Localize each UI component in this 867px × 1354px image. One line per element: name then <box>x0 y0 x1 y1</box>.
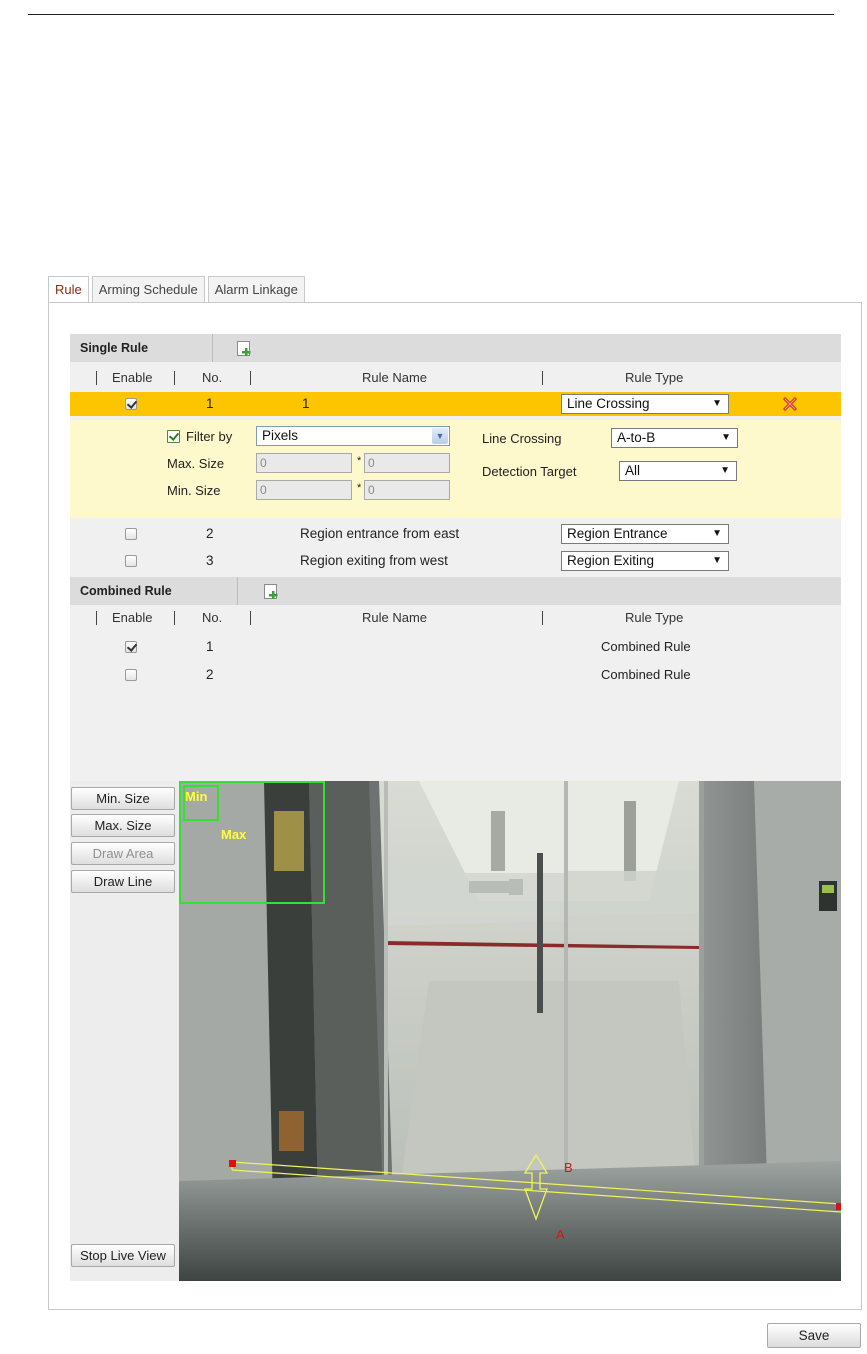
col-no: No. <box>202 370 223 385</box>
enable-checkbox[interactable] <box>125 641 137 653</box>
rule-type: Combined Rule <box>601 639 691 654</box>
live-view[interactable]: Min Max B A <box>179 781 841 1281</box>
table-row[interactable]: 1 Combined Rule <box>70 635 841 659</box>
save-button[interactable]: Save <box>767 1323 861 1348</box>
max-size-height-input[interactable]: 0 <box>364 453 450 473</box>
rule-no: 1 <box>206 639 214 654</box>
max-size-label: Max. Size <box>167 456 225 471</box>
col-enable: Enable <box>112 610 153 625</box>
col-no: No. <box>202 610 223 625</box>
header-separator <box>237 577 238 605</box>
rule-type-select[interactable]: Line Crossing ▼ <box>561 394 729 414</box>
combined-rule-title: Combined Rule <box>80 584 172 598</box>
delete-rule-icon[interactable] <box>782 396 798 412</box>
side-b-label: B <box>564 1160 573 1175</box>
tab-arming-schedule[interactable]: Arming Schedule <box>91 276 205 303</box>
enable-checkbox[interactable] <box>125 555 137 567</box>
col-rule-type: Rule Type <box>625 610 684 625</box>
col-rule-type: Rule Type <box>625 370 684 385</box>
single-rule-header: Single Rule <box>70 334 841 362</box>
filter-by-checkbox[interactable] <box>167 430 180 443</box>
header-separator <box>212 334 213 362</box>
detection-target-label: Detection Target <box>482 464 577 479</box>
max-size-width-input[interactable]: 0 <box>256 453 352 473</box>
enable-checkbox[interactable] <box>125 528 137 540</box>
drawing-toolbar: Min. Size Max. Size Draw Area Draw Line … <box>70 781 179 1281</box>
table-row[interactable]: 2 Combined Rule <box>70 663 841 687</box>
rule-no: 3 <box>206 553 214 568</box>
add-rule-icon[interactable] <box>237 341 254 357</box>
enable-checkbox[interactable] <box>125 398 137 410</box>
draw-area-button[interactable]: Draw Area <box>71 842 175 865</box>
enable-checkbox[interactable] <box>125 669 137 681</box>
min-size-label: Min. Size <box>167 483 221 498</box>
detection-target-select[interactable]: All ▼ <box>619 461 737 481</box>
filter-by-label: Filter by <box>186 429 233 444</box>
times-sign: * <box>357 482 362 494</box>
page-top-rule <box>28 14 834 15</box>
rule-no: 1 <box>206 396 214 411</box>
tab-bar: Rule Arming Schedule Alarm Linkage <box>48 276 308 304</box>
min-size-height-input[interactable]: 0 <box>364 480 450 500</box>
max-size-button[interactable]: Max. Size <box>71 814 175 837</box>
combined-rule-columns: Enable No. Rule Name Rule Type <box>70 606 841 630</box>
rule-detail-panel: Filter by Pixels ▼ Max. Size 0 * 0 Min. S… <box>70 420 841 518</box>
tab-alarm-linkage[interactable]: Alarm Linkage <box>207 276 305 303</box>
add-combined-rule-icon[interactable] <box>264 584 281 600</box>
line-crossing-label: Line Crossing <box>482 431 562 446</box>
rule-no: 2 <box>206 526 214 541</box>
draw-line-button[interactable]: Draw Line <box>71 870 175 893</box>
min-size-width-input[interactable]: 0 <box>256 480 352 500</box>
tab-rule[interactable]: Rule <box>48 276 89 304</box>
rule-no: 2 <box>206 667 214 682</box>
combined-rule-header: Combined Rule <box>70 577 841 605</box>
col-rule-name: Rule Name <box>362 370 428 385</box>
min-size-button[interactable]: Min. Size <box>71 787 175 810</box>
table-row[interactable]: 2 Region entrance from east Region Entra… <box>70 522 841 546</box>
rule-name: 1 <box>302 396 310 411</box>
table-row[interactable]: 3 Region exiting from west Region Exitin… <box>70 549 841 573</box>
crossing-line[interactable] <box>179 781 841 1281</box>
single-rule-columns: Enable No. Rule Name Rule Type <box>70 366 841 390</box>
table-row[interactable]: 1 1 Line Crossing ▼ <box>70 392 841 416</box>
col-rule-name: Rule Name <box>362 610 428 625</box>
rules-area: Single Rule Enable No. Rule Name Rule Ty… <box>70 334 841 781</box>
single-rule-title: Single Rule <box>80 341 149 355</box>
rule-type-select[interactable]: Region Exiting ▼ <box>561 551 729 571</box>
stop-live-view-button[interactable]: Stop Live View <box>71 1244 175 1267</box>
filter-by-select[interactable]: Pixels ▼ <box>256 426 450 446</box>
rule-type: Combined Rule <box>601 667 691 682</box>
rule-name: Region entrance from east <box>300 526 460 541</box>
side-a-label: A <box>556 1227 565 1242</box>
line-crossing-direction-select[interactable]: A-to-B ▼ <box>611 428 738 448</box>
col-enable: Enable <box>112 370 153 385</box>
rule-name: Region exiting from west <box>300 553 448 568</box>
rule-type-select[interactable]: Region Entrance ▼ <box>561 524 729 544</box>
times-sign: * <box>357 455 362 467</box>
